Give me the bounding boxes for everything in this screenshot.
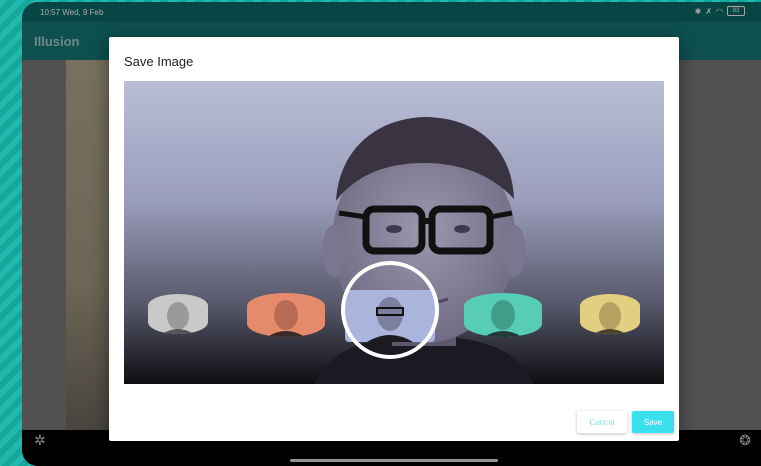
- cancel-button[interactable]: Cancel: [577, 411, 627, 433]
- face-thumbnail: [267, 300, 305, 337]
- face-thumbnail: [594, 302, 626, 334]
- device-screen: 10:57 Wed, 9 Feb ✱ ✗ ◠ 93 Illusion ✲ ❂ S…: [22, 2, 761, 466]
- face-thumbnail: [484, 300, 522, 337]
- dialog-title: Save Image: [124, 54, 194, 69]
- filter-warm-red[interactable]: [247, 293, 325, 337]
- face-thumbnail: [162, 302, 194, 334]
- save-image-dialog: Save Image Cancel Save: [109, 37, 679, 441]
- image-preview: [124, 81, 664, 384]
- filter-yellow[interactable]: [580, 294, 640, 334]
- filter-grayscale[interactable]: [148, 294, 208, 334]
- selected-filter-ring: [341, 261, 439, 359]
- filter-strip: [124, 81, 664, 384]
- save-button[interactable]: Save: [632, 411, 674, 433]
- filter-teal[interactable]: [464, 293, 542, 337]
